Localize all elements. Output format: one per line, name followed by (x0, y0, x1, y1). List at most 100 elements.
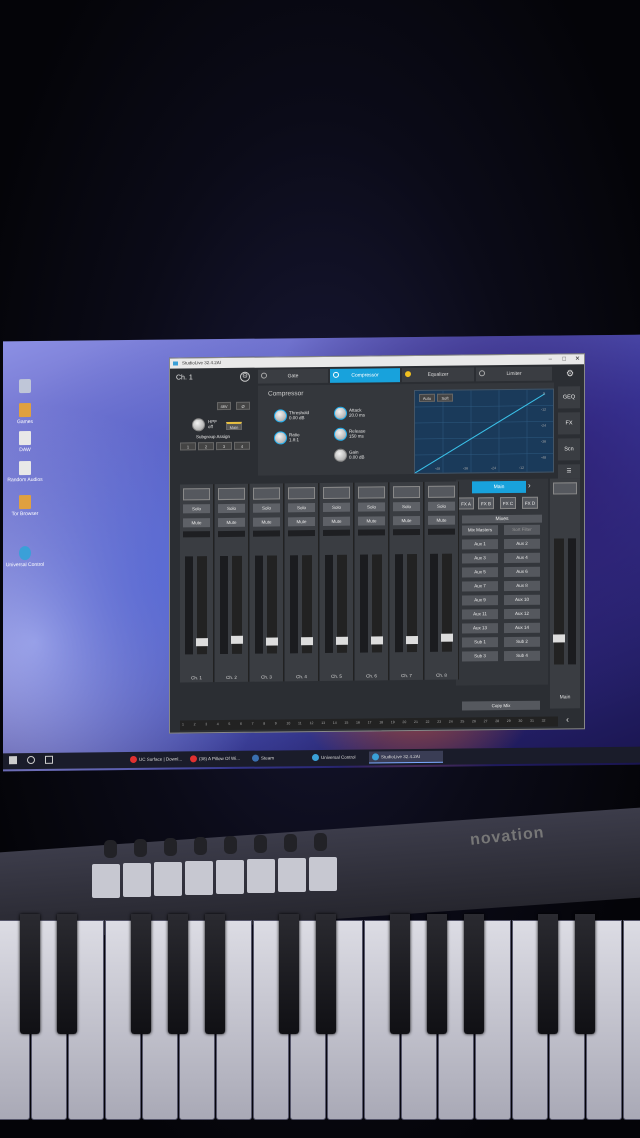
mix-button[interactable]: Sub 4 (504, 650, 540, 662)
mute-button[interactable]: Mute (323, 516, 350, 526)
rotary-knob[interactable] (314, 833, 327, 851)
black-key[interactable] (57, 914, 77, 1034)
minimize-icon[interactable]: – (549, 355, 552, 365)
black-key[interactable] (205, 914, 225, 1034)
mix-button[interactable]: Sub 3 (462, 651, 498, 662)
mute-button[interactable]: Mute (253, 517, 280, 527)
settings-gear-icon[interactable]: ⚙ (560, 366, 580, 380)
black-key[interactable] (538, 914, 558, 1034)
subgroup-button-2[interactable]: 2 (198, 442, 214, 451)
chevron-left-icon[interactable]: ‹ (566, 714, 569, 724)
chevron-right-icon[interactable]: › (528, 481, 531, 490)
tab-limiter[interactable]: Limiter (476, 366, 552, 382)
mix-button[interactable]: Aux 3 (462, 553, 498, 564)
mute-button[interactable]: Mute (183, 518, 210, 528)
mix-button[interactable]: Aux 6 (504, 566, 540, 578)
black-key[interactable] (390, 914, 410, 1034)
mix-button[interactable]: Sub 2 (504, 636, 540, 648)
channel-fader[interactable] (301, 555, 313, 654)
fader-cap[interactable] (336, 636, 348, 645)
fx-d-button[interactable]: FX D (522, 496, 538, 509)
power-icon[interactable] (405, 371, 411, 378)
menu-icon[interactable]: ☰ (558, 464, 580, 479)
gear-icon[interactable]: ⚙ (240, 371, 250, 382)
tab-equalizer[interactable]: Equalizer (402, 367, 474, 383)
main-mix-button[interactable]: Main (472, 480, 526, 494)
mix-button[interactable]: Aux 8 (504, 580, 540, 592)
channel-fader[interactable] (196, 556, 208, 655)
mix-button[interactable]: Aux 14 (504, 622, 540, 634)
channel-fader[interactable] (336, 554, 348, 653)
gain-knob[interactable] (334, 448, 347, 462)
drum-pad[interactable] (216, 860, 244, 894)
solo-button[interactable]: Solo (218, 503, 245, 514)
white-key[interactable] (623, 920, 640, 1120)
fader-cap[interactable] (553, 634, 565, 643)
ratio-knob[interactable] (274, 431, 287, 445)
fader-cap[interactable] (301, 637, 313, 646)
solo-button[interactable]: Solo (183, 504, 210, 514)
fader-cap[interactable] (441, 633, 453, 642)
fader-cap[interactable] (196, 638, 208, 647)
subgroup-button-4[interactable]: 4 (234, 441, 250, 450)
taskbar-item-youtube[interactable]: (38) A Pillow Of Wi... (187, 753, 255, 765)
main-assign-button[interactable]: Main (226, 421, 242, 430)
tab-compressor[interactable]: Compressor (330, 368, 400, 383)
solo-button[interactable]: Solo (323, 502, 350, 512)
rotary-knob[interactable] (254, 835, 267, 853)
mute-button[interactable]: Mute (428, 515, 455, 525)
channel-fader[interactable] (441, 553, 453, 652)
search-icon[interactable] (27, 755, 35, 765)
select-button[interactable] (358, 529, 385, 536)
close-icon[interactable]: ✕ (575, 354, 580, 364)
start-icon[interactable] (9, 756, 17, 765)
select-button[interactable] (393, 528, 420, 536)
desktop-icon-games[interactable]: Games (3, 403, 47, 425)
channel-fader[interactable] (266, 555, 278, 654)
mix-button[interactable]: Aux 7 (462, 581, 498, 592)
hpf-knob[interactable] (192, 418, 205, 432)
black-key[interactable] (575, 914, 595, 1034)
black-key[interactable] (464, 914, 484, 1034)
mix-button[interactable]: Aux 12 (504, 608, 540, 620)
drum-pad[interactable] (185, 861, 213, 895)
desktop-icon-universal-control[interactable]: Universal Control (3, 546, 47, 568)
mix-masters-button[interactable]: Mix Masters (462, 525, 498, 536)
select-button[interactable] (253, 530, 280, 537)
desktop-icon-daw[interactable]: DAW (3, 431, 47, 453)
fader-cap[interactable] (266, 637, 278, 646)
rotary-knob[interactable] (224, 836, 237, 854)
drum-pad[interactable] (123, 863, 151, 897)
power-icon[interactable] (333, 371, 339, 378)
select-button[interactable] (323, 529, 350, 536)
fader-cap[interactable] (371, 636, 383, 645)
phase-button[interactable]: Ø (236, 401, 250, 410)
drum-pad[interactable] (247, 859, 275, 893)
rotary-knob[interactable] (134, 839, 147, 857)
channel-ruler[interactable]: 1 2 3 4 5 6 7 8 9 10 11 12 13 14 15 16 17 18 19 20 21 22 23 24 2… (180, 716, 558, 731)
fx-a-button[interactable]: FX A (458, 497, 474, 510)
maximize-icon[interactable]: □ (562, 354, 566, 364)
mix-button[interactable]: Aux 13 (462, 623, 498, 634)
taskbar-item-studiolive[interactable]: StudioLive 32.4.2AI (369, 750, 443, 764)
sort-filter-button[interactable]: Sort Filter (504, 524, 540, 536)
rotary-knob[interactable] (284, 834, 297, 852)
channel-fader[interactable] (371, 554, 383, 653)
taskbar-item-uc-surface[interactable]: UC Surface | Downl... (127, 753, 195, 765)
fader-cap[interactable] (231, 635, 243, 644)
black-key[interactable] (168, 914, 188, 1034)
mix-button[interactable]: Aux 10 (504, 594, 540, 606)
fader-cap[interactable] (406, 635, 418, 645)
solo-button[interactable]: Solo (358, 502, 385, 512)
solo-button[interactable]: Solo (428, 501, 455, 511)
desktop-icon-random-audios[interactable]: Random Audios (3, 461, 47, 483)
power-icon[interactable] (479, 370, 485, 377)
black-key[interactable] (427, 914, 447, 1034)
mute-button[interactable]: Mute (218, 517, 245, 528)
desktop-icon-recycle-bin[interactable] (3, 379, 47, 395)
mix-button[interactable]: Aux 2 (504, 538, 540, 550)
task-view-icon[interactable] (45, 755, 53, 764)
subgroup-button-1[interactable]: 1 (180, 442, 196, 451)
solo-button[interactable]: Solo (288, 503, 315, 513)
black-key[interactable] (131, 914, 151, 1034)
